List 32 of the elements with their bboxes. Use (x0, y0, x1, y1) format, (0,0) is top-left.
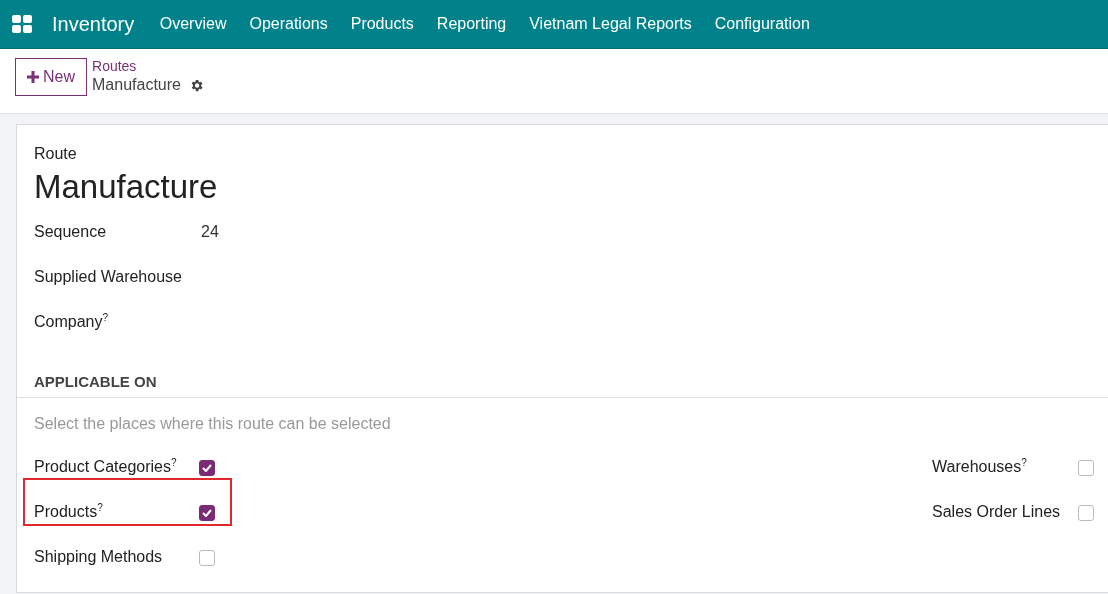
check-icon (202, 464, 212, 472)
plus-icon (27, 71, 39, 83)
new-button[interactable]: New (15, 58, 87, 96)
checkbox[interactable] (199, 505, 215, 521)
field-label: Route (34, 144, 78, 164)
checkbox-label: Shipping Methods (34, 547, 164, 567)
checkbox-label: Product Categories$^{?}$ (34, 456, 178, 477)
menu-item[interactable]: Vietnam Legal Reports (517, 15, 704, 33)
record-name: Manufacture (92, 75, 181, 95)
hint-text: Select the places where this route can be selected (34, 415, 391, 432)
checkbox-label: Products$^{?}$ (34, 501, 104, 522)
field-value[interactable]: 24 (201, 221, 219, 243)
record-title: Manufacture (34, 167, 219, 207)
breadcrumb-link[interactable]: Routes (92, 58, 204, 74)
menu-item[interactable]: Operations (237, 15, 340, 33)
checkbox[interactable] (1078, 505, 1094, 521)
apps-menu-icon[interactable] (12, 15, 32, 33)
menu-item[interactable]: Reporting (425, 15, 518, 33)
checkbox-label: Sales Order Lines (932, 502, 1062, 522)
checkbox[interactable] (199, 550, 215, 566)
app-name[interactable]: Inventory (52, 12, 135, 36)
checkbox[interactable] (1078, 460, 1094, 476)
field-label: Company$^{?}$ (34, 311, 110, 332)
checkbox-label: Warehouses$^{?}$ (932, 456, 1028, 477)
checkbox[interactable] (199, 460, 215, 476)
menu-item[interactable]: Overview (148, 15, 238, 33)
section-heading: APPLICABLE ON (17, 371, 1108, 398)
menu-item[interactable]: Configuration (703, 15, 822, 33)
check-icon (202, 509, 212, 517)
menu-item[interactable]: Products (339, 15, 426, 33)
field-label: Sequence (34, 222, 108, 242)
field-label: Supplied Warehouse (34, 267, 183, 287)
